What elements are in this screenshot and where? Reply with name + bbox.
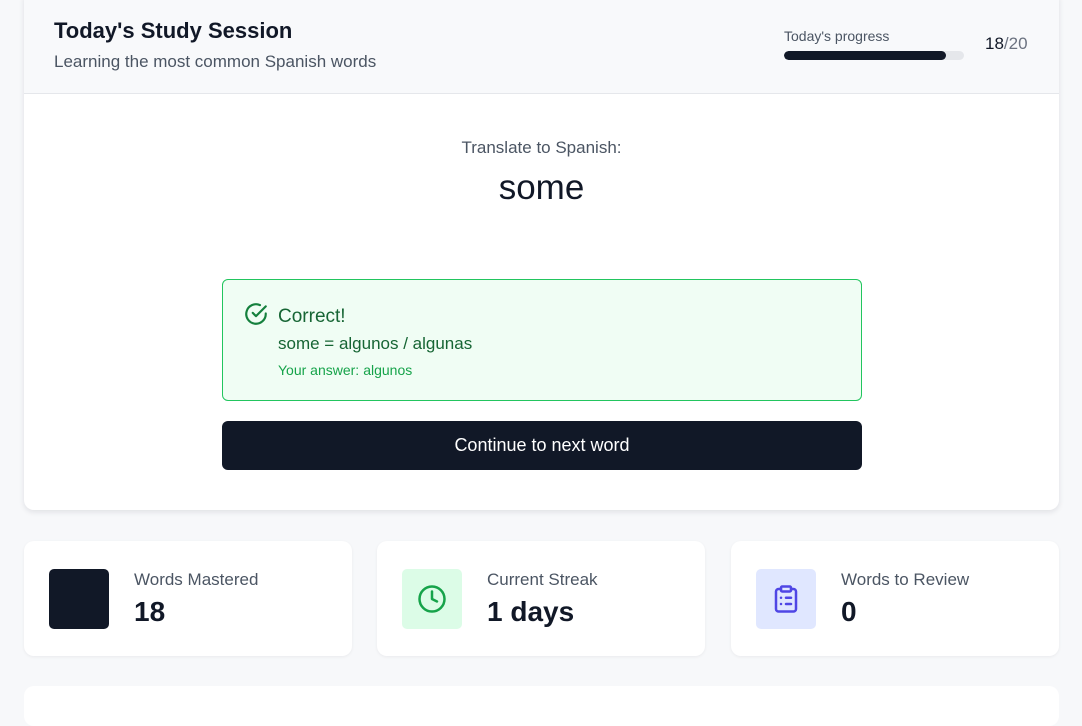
stat-label: Words Mastered: [134, 570, 259, 589]
session-header: Today's Study Session Learning the most …: [24, 0, 1059, 94]
stat-card-words-to-review: Words to Review 0: [731, 541, 1059, 656]
clipboard-list-icon: [774, 585, 798, 613]
progress-bar-fill: [784, 51, 946, 60]
stat-value: 0: [841, 596, 857, 627]
progress-done: 18: [985, 34, 1004, 53]
session-subtitle: Learning the most common Spanish words: [54, 52, 377, 71]
feedback-translation: some = algunos / algunas: [278, 334, 473, 353]
progress-count: 18/20: [985, 34, 1028, 54]
progress-label: Today's progress: [784, 28, 890, 44]
session-title: Today's Study Session: [54, 18, 293, 43]
blank-icon: [49, 569, 109, 629]
continue-button[interactable]: Continue to next word: [222, 421, 862, 470]
feedback-answer-value: algunos: [363, 362, 413, 378]
next-section-card: [24, 686, 1059, 726]
prompt-label: Translate to Spanish:: [461, 138, 622, 157]
study-session-card: Today's Study Session Learning the most …: [24, 0, 1059, 510]
stat-card-words-mastered: Words Mastered 18: [24, 541, 352, 656]
check-circle-icon: [245, 303, 267, 325]
stat-value: 18: [134, 596, 166, 627]
prompt-word: some: [498, 168, 585, 207]
stat-value: 1 days: [487, 596, 575, 627]
feedback-answer: Your answer: algunos: [278, 362, 412, 378]
feedback-box: Correct! some = algunos / algunas Your a…: [222, 279, 862, 401]
progress-bar: [784, 51, 964, 60]
clipboard-list-icon-box: [756, 569, 816, 629]
progress-total: 20: [1008, 34, 1028, 53]
stat-card-current-streak: Current Streak 1 days: [377, 541, 705, 656]
feedback-title: Correct!: [278, 306, 346, 327]
stat-label: Words to Review: [841, 570, 970, 589]
clock-icon: [418, 585, 446, 613]
clock-icon-box: [402, 569, 462, 629]
stat-label: Current Streak: [487, 570, 598, 589]
feedback-answer-label: Your answer:: [278, 362, 360, 378]
